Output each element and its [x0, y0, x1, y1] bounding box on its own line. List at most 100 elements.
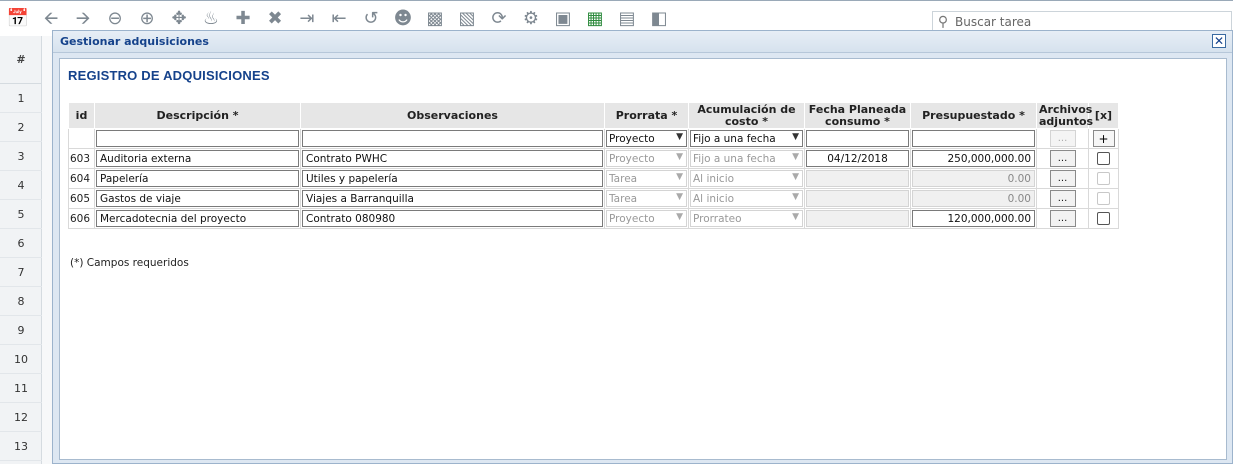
observaciones-input[interactable]: [302, 170, 603, 187]
presupuestado-cell: [910, 148, 1037, 169]
row-number[interactable]: 5: [0, 200, 42, 229]
row-number[interactable]: 1: [0, 84, 42, 113]
prorrata-cell: Tarea ▼: [604, 168, 689, 189]
select-value: Tarea: [609, 192, 638, 205]
row-number[interactable]: 9: [0, 316, 42, 345]
descripcion-input[interactable]: [96, 210, 299, 227]
dialog-title-bar[interactable]: Gestionar adquisiciones ✕: [53, 31, 1232, 53]
chevron-down-icon: ▼: [792, 192, 799, 202]
new-archivos-cell: ...: [1036, 128, 1089, 149]
col-header-acumulacion: Acumulación de costo *: [688, 102, 805, 129]
row-id: 606: [68, 208, 95, 229]
attachments-button[interactable]: ...: [1049, 190, 1076, 207]
fecha-input[interactable]: [806, 150, 909, 167]
save-icon[interactable]: ▣: [551, 7, 575, 31]
fecha-input: [806, 170, 909, 187]
row-number-column: # 1 2 3 4 5 6 7 8 9 10 11 12 13: [0, 36, 42, 464]
col-header-id: id: [68, 102, 95, 129]
row-number[interactable]: 4: [0, 171, 42, 200]
puzzle-icon[interactable]: ▩: [423, 7, 447, 31]
chevron-down-icon: ▼: [676, 152, 683, 162]
cart-icon[interactable]: ▧: [455, 7, 479, 31]
chevron-down-icon: ▼: [676, 132, 683, 142]
acumulacion-cell: Al inicio ▼: [688, 168, 805, 189]
move-icon[interactable]: ✥: [167, 7, 191, 31]
presupuestado-input[interactable]: [912, 210, 1035, 227]
acquisitions-dialog: Gestionar adquisiciones ✕ REGISTRO DE AD…: [52, 30, 1233, 464]
outdent-icon[interactable]: ⇤: [327, 7, 351, 31]
observaciones-input[interactable]: [302, 150, 603, 167]
zoom-in-icon[interactable]: ⊕: [135, 7, 159, 31]
new-descripcion-input[interactable]: [96, 130, 299, 147]
new-prorrata-select[interactable]: Proyecto ▼: [606, 130, 687, 147]
search-input[interactable]: [953, 12, 1223, 32]
descripcion-input[interactable]: [96, 190, 299, 207]
new-acumulacion-select[interactable]: Fijo a una fecha ▼: [690, 130, 803, 147]
new-presupuestado-input[interactable]: [912, 130, 1035, 147]
chevron-down-icon: ▼: [792, 152, 799, 162]
chevron-down-icon: ▼: [676, 192, 683, 202]
acquisitions-table: id Descripción * Observaciones Prorrata …: [68, 102, 1119, 229]
delete-icon[interactable]: ✖: [263, 7, 287, 31]
zoom-out-icon[interactable]: ⊖: [103, 7, 127, 31]
fecha-cell: [804, 188, 911, 209]
new-id-cell: [68, 128, 95, 149]
gear-icon[interactable]: ⚙: [519, 7, 543, 31]
chevron-down-icon: ▼: [676, 212, 683, 222]
row-number[interactable]: 10: [0, 345, 42, 374]
arrow-left-icon[interactable]: 🡨: [39, 7, 63, 31]
new-descripcion-cell: [94, 128, 301, 149]
row-number[interactable]: 7: [0, 258, 42, 287]
observaciones-input[interactable]: [302, 190, 603, 207]
new-observaciones-input[interactable]: [302, 130, 603, 147]
dialog-title: Gestionar adquisiciones: [60, 35, 209, 48]
excel-icon[interactable]: ▦: [583, 7, 607, 31]
col-header-x: [x]: [1088, 102, 1119, 129]
select-cell: [1088, 208, 1119, 229]
row-number[interactable]: 2: [0, 113, 42, 142]
row-number[interactable]: 13: [0, 432, 42, 461]
row-number[interactable]: 6: [0, 229, 42, 258]
presupuestado-input: [912, 190, 1035, 207]
select-value: Al inicio: [693, 192, 735, 205]
row-number[interactable]: 3: [0, 142, 42, 171]
indent-icon[interactable]: ⇥: [295, 7, 319, 31]
observaciones-input[interactable]: [302, 210, 603, 227]
row-checkbox[interactable]: [1097, 152, 1110, 165]
row-id: 605: [68, 188, 95, 209]
presupuestado-input[interactable]: [912, 150, 1035, 167]
new-fecha-input[interactable]: [806, 130, 909, 147]
close-button[interactable]: ✕: [1212, 34, 1226, 48]
select-value: Proyecto: [609, 212, 655, 225]
row-number[interactable]: 8: [0, 287, 42, 316]
link-icon[interactable]: ↺: [359, 7, 383, 31]
user-icon[interactable]: ☻: [391, 7, 415, 31]
refresh-icon[interactable]: ⟳: [487, 7, 511, 31]
prorrata-select: Proyecto ▼: [606, 210, 687, 227]
row-checkbox[interactable]: [1097, 212, 1110, 225]
attachments-button[interactable]: ...: [1049, 150, 1076, 167]
new-presupuestado-cell: [910, 128, 1037, 149]
arrow-right-icon[interactable]: 🡪: [71, 7, 95, 31]
exit-icon[interactable]: ◧: [647, 7, 671, 31]
search-icon[interactable]: ⚲: [933, 14, 953, 30]
calendar-icon[interactable]: 📅: [6, 7, 30, 31]
acumulacion-select: Prorrateo ▼: [690, 210, 803, 227]
row-number[interactable]: 12: [0, 403, 42, 432]
fire-icon[interactable]: ♨: [199, 7, 223, 31]
descripcion-input[interactable]: [96, 150, 299, 167]
presupuestado-cell: [910, 168, 1037, 189]
presupuestado-cell: [910, 188, 1037, 209]
attachments-button[interactable]: ...: [1049, 170, 1076, 187]
attachments-button: ...: [1049, 130, 1076, 147]
acumulacion-select: Al inicio ▼: [690, 190, 803, 207]
new-prorrata-cell: Proyecto ▼: [604, 128, 689, 149]
attachments-button[interactable]: ...: [1049, 210, 1076, 227]
document-search-icon[interactable]: ▤: [615, 7, 639, 31]
add-icon[interactable]: ✚: [231, 7, 255, 31]
add-row-button[interactable]: +: [1092, 130, 1115, 147]
table-row: 605 Tarea ▼ Al inicio ▼ ...: [68, 188, 1119, 209]
required-fields-note: (*) Campos requeridos: [70, 257, 189, 269]
row-number[interactable]: 11: [0, 374, 42, 403]
descripcion-input[interactable]: [96, 170, 299, 187]
